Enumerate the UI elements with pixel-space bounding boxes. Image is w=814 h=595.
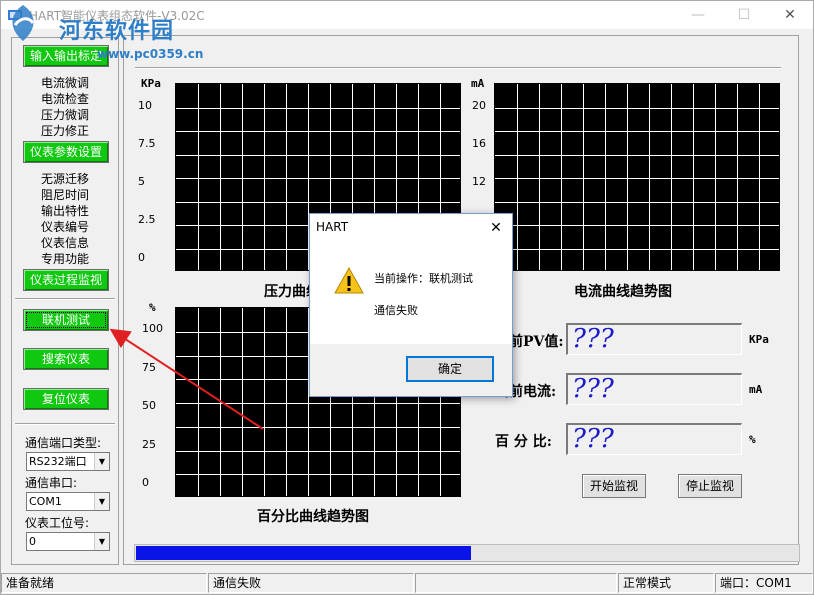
watermark-name: 河东软件园 (59, 18, 175, 44)
dialog-ok-button[interactable]: 确定 (406, 356, 494, 382)
dialog-close-button[interactable]: ✕ (480, 214, 512, 242)
dialog-result-text: 通信失败 (374, 304, 418, 317)
warning-icon (334, 266, 364, 294)
watermark-url: www.pc0359.cn (97, 47, 204, 61)
dialog-footer: 确定 (310, 344, 512, 396)
message-dialog: HART ✕ 当前操作：联机测试 通信失败 确定 (309, 213, 513, 397)
watermark-logo (12, 5, 35, 41)
main-window: HART智能仪表组态软件-V3.02C — ☐ ✕ 输入输出标定 电流微调 电流检… (0, 0, 814, 595)
dialog-title: HART (316, 220, 349, 234)
dialog-operation-text: 当前操作：联机测试 (374, 272, 473, 285)
